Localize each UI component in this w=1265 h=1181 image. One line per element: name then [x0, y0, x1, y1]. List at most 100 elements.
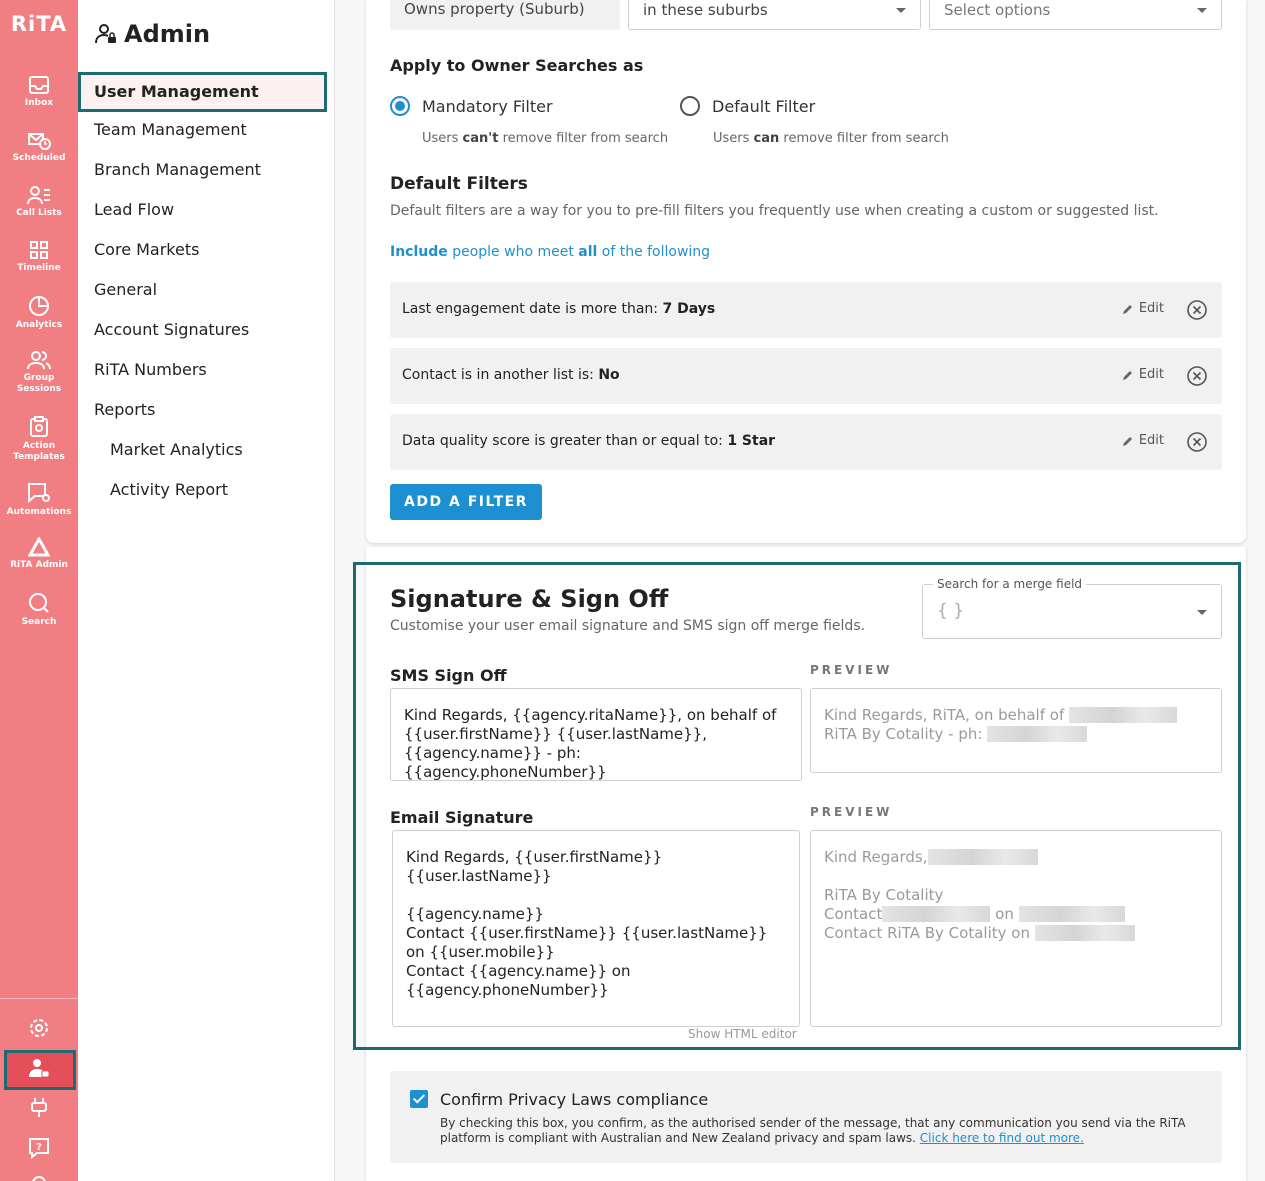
filter-row: Data quality score is greater than or eq…: [390, 414, 1222, 470]
mandatory-filter-hint: Users can't remove filter from search: [422, 131, 669, 146]
rail-label: Group Sessions: [16, 373, 62, 394]
sidebar-item-rita-numbers[interactable]: RiTA Numbers: [94, 360, 207, 380]
call-lists-icon: [27, 186, 50, 205]
criteria-operator-value: in these suburbs: [643, 1, 768, 19]
action-templates-icon: [30, 416, 48, 437]
privacy-checkbox[interactable]: [410, 1090, 428, 1108]
sidebar-item-core-markets[interactable]: Core Markets: [94, 240, 199, 260]
inbox-icon: [29, 76, 49, 94]
sidebar-item-lead-flow[interactable]: Lead Flow: [94, 200, 174, 220]
rail-admin-user-button[interactable]: [0, 1057, 78, 1079]
rail-label: Search: [21, 617, 57, 627]
signature-title: Signature & Sign Off: [390, 585, 669, 613]
svg-text:?: ?: [36, 1142, 42, 1153]
add-filter-button[interactable]: ADD A FILTER: [390, 484, 542, 520]
help-icon: ?: [29, 1138, 49, 1159]
settings-icon: [30, 1019, 48, 1037]
admin-user-icon: [29, 1059, 50, 1078]
rail-label: Action Templates: [13, 441, 65, 462]
filter-text: Data quality score is greater than or eq…: [402, 433, 776, 449]
default-filter-label: Default Filter: [712, 96, 816, 116]
default-filters-heading: Default Filters: [390, 174, 528, 194]
sms-preview-label: PREVIEW: [810, 663, 893, 677]
page-title-text: Admin: [124, 20, 211, 48]
signature-subtitle: Customise your user email signature and …: [390, 618, 866, 634]
group-sessions-icon: [27, 351, 51, 370]
show-html-editor-link[interactable]: Show HTML editor: [688, 1027, 797, 1041]
rail-settings-button[interactable]: [0, 1017, 78, 1039]
email-signature-textarea[interactable]: Kind Regards, {{user.firstName}} {{user.…: [392, 830, 800, 1027]
filter-edit-button[interactable]: Edit: [1122, 367, 1164, 382]
rail-item-timeline[interactable]: Timeline: [0, 240, 78, 274]
admin-sidebar: Admin User Management Team Management Br…: [78, 0, 335, 1181]
filter-row: Last engagement date is more than: 7 Day…: [390, 282, 1222, 338]
sms-sign-off-textarea[interactable]: Kind Regards, {{agency.ritaName}}, on be…: [390, 688, 802, 781]
criteria-value-placeholder: Select options: [944, 1, 1051, 19]
rail-item-scheduled[interactable]: Scheduled: [0, 130, 78, 164]
merge-field-value: { }: [937, 601, 965, 621]
privacy-compliance-box: Confirm Privacy Laws compliance By check…: [390, 1071, 1222, 1163]
rail-item-rita-admin[interactable]: RiTA Admin: [0, 537, 78, 571]
sidebar-item-account-signatures[interactable]: Account Signatures: [94, 320, 249, 340]
settings-partial-icon: [32, 1176, 46, 1181]
sidebar-item-team-management[interactable]: Team Management: [94, 120, 247, 140]
scheduled-icon: [28, 133, 51, 150]
filter-edit-button[interactable]: Edit: [1122, 433, 1164, 448]
mandatory-filter-label: Mandatory Filter: [422, 96, 553, 116]
rail-label: Timeline: [17, 263, 61, 273]
rail-item-group-sessions[interactable]: Group Sessions: [0, 350, 78, 395]
rail-item-search[interactable]: Search: [0, 592, 78, 628]
rail-item-call-lists[interactable]: Call Lists: [0, 185, 78, 219]
rail-label: Scheduled: [12, 153, 66, 163]
remove-filter-icon[interactable]: [1186, 431, 1208, 453]
privacy-body: By checking this box, you confirm, as th…: [440, 1116, 1186, 1145]
rail-label: Inbox: [24, 98, 54, 108]
sidebar-item-branch-management[interactable]: Branch Management: [94, 160, 261, 180]
criteria-value-select[interactable]: Select options: [929, 0, 1222, 30]
chevron-down-icon: [896, 8, 906, 13]
filter-text: Contact is in another list is: No: [402, 367, 620, 383]
rail-item-analytics[interactable]: Analytics: [0, 295, 78, 331]
rail-label: Call Lists: [16, 208, 62, 218]
pencil-icon: [1122, 304, 1132, 314]
sidebar-item-reports[interactable]: Reports: [94, 400, 155, 420]
sidebar-item-market-analytics[interactable]: Market Analytics: [110, 440, 243, 460]
default-filter-hint: Users can remove filter from search: [713, 131, 949, 146]
sidebar-item-user-management[interactable]: User Management: [78, 72, 327, 112]
email-signature-label: Email Signature: [390, 808, 534, 827]
rail-item-action-templates[interactable]: Action Templates: [0, 416, 78, 463]
rail-integrations-button[interactable]: [0, 1097, 78, 1119]
merge-field-search[interactable]: Search for a merge field { }: [922, 577, 1222, 639]
privacy-more-link[interactable]: Click here to find out more.: [920, 1131, 1084, 1145]
rail-help-button[interactable]: ?: [0, 1137, 78, 1159]
analytics-icon: [29, 296, 49, 316]
remove-filter-icon[interactable]: [1186, 299, 1208, 321]
rail-label: Automations: [6, 507, 72, 517]
criteria-field-select[interactable]: Owns property (Suburb): [390, 0, 620, 30]
criteria-operator-select[interactable]: in these suburbs: [628, 0, 921, 30]
mandatory-filter-radio[interactable]: Mandatory Filter: [390, 96, 553, 116]
merge-field-label: Search for a merge field: [933, 577, 1087, 591]
admin-user-icon: [95, 24, 116, 44]
email-preview: Kind Regards, RiTA By Cotality Contact on …: [810, 830, 1222, 1027]
rail-divider: [0, 998, 78, 999]
default-filter-radio[interactable]: Default Filter: [680, 96, 815, 116]
sidebar-item-activity-report[interactable]: Activity Report: [110, 480, 228, 500]
include-rule-text: Include people who meet all of the follo…: [390, 244, 711, 260]
filter-text: Last engagement date is more than: 7 Day…: [402, 301, 716, 317]
chevron-down-icon: [1197, 8, 1207, 13]
filter-row: Contact is in another list is: No Edit: [390, 348, 1222, 404]
email-preview-label: PREVIEW: [810, 805, 893, 819]
sms-preview: Kind Regards, RiTA, on behalf of RiTA By…: [810, 688, 1222, 773]
remove-filter-icon[interactable]: [1186, 365, 1208, 387]
radio-unselected-icon: [680, 96, 700, 116]
rail-label: RiTA Admin: [10, 560, 68, 570]
filter-edit-button[interactable]: Edit: [1122, 301, 1164, 316]
rail-item-inbox[interactable]: Inbox: [0, 75, 78, 109]
rail-item-automations[interactable]: Automations: [0, 482, 78, 518]
nav-rail: RiTA Inbox Scheduled Call Lists Timeline…: [0, 0, 78, 1181]
sidebar-item-general[interactable]: General: [94, 280, 157, 300]
rail-more-button[interactable]: [0, 1172, 78, 1181]
rail-label: Analytics: [15, 320, 63, 330]
criteria-field-value: Owns property (Suburb): [404, 0, 585, 18]
